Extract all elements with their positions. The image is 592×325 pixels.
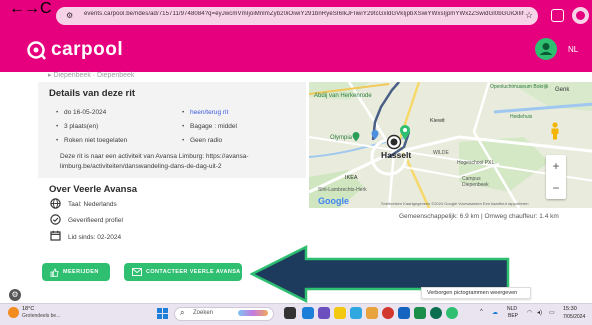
chrome-icon[interactable] bbox=[382, 307, 394, 319]
map-label-hasselt: Hasselt bbox=[381, 150, 412, 160]
wifi-icon[interactable]: ◠ bbox=[527, 309, 532, 316]
reload-icon[interactable]: C bbox=[40, 0, 52, 18]
site-info-icon[interactable]: ⚙ bbox=[66, 10, 77, 21]
extensions-icon[interactable] bbox=[551, 9, 564, 22]
task-view-icon[interactable] bbox=[284, 307, 296, 319]
driver-language: Taal: Nederlands bbox=[68, 201, 117, 208]
taskbar-search-placeholder[interactable]: Zoeken bbox=[193, 310, 213, 316]
carpool-logo-icon[interactable] bbox=[26, 40, 46, 60]
detail-luggage: • Bagage : middel bbox=[182, 123, 237, 130]
clock-date[interactable]: 7/05/2024 bbox=[563, 314, 585, 320]
detail-round-trip[interactable]: • heen/terug rit bbox=[182, 109, 228, 116]
url-text[interactable]: events.carpool.be/rides/ad/715711/974808… bbox=[84, 11, 524, 17]
map-label-sint-lambrechts: Sint-Lambrechts-Herk bbox=[318, 187, 367, 193]
back-icon[interactable]: ← bbox=[9, 0, 25, 18]
map-label-kiewit: Kiewit bbox=[430, 118, 445, 124]
user-avatar[interactable] bbox=[535, 38, 557, 60]
app-icon-2[interactable] bbox=[318, 307, 330, 319]
mail-icon bbox=[132, 268, 142, 276]
map-destination-marker[interactable] bbox=[386, 134, 402, 150]
browser-profile-dot bbox=[576, 11, 585, 20]
detail-radio: • Geen radio bbox=[182, 137, 223, 144]
detail-date: • do 16-05-2024 bbox=[56, 109, 107, 116]
route-summary-cut: ▸ Diepenbeek · Diepenbeek bbox=[48, 72, 135, 79]
map-label-abdij: Abdij van Herkenrode bbox=[314, 93, 372, 99]
driver-title: Over Veerle Avansa bbox=[49, 184, 138, 195]
map-label-openluchtmuseum: Openluchtmuseum Bokrijk bbox=[490, 84, 549, 90]
driver-verified: Geverifieerd profiel bbox=[68, 217, 123, 224]
carpool-logo-text[interactable]: carpool bbox=[51, 40, 123, 60]
map-label-olympia: Olympia bbox=[330, 135, 353, 141]
clock-time[interactable]: 15:30 bbox=[563, 306, 577, 312]
contact-driver-button[interactable]: CONTACTEER VEERLE AVANSA bbox=[124, 263, 242, 281]
contact-driver-label: CONTACTEER VEERLE AVANSA bbox=[146, 269, 241, 275]
route-distance-info: Gemeenschappelijk: 6.9 km | Omweg chauff… bbox=[399, 213, 559, 220]
zoom-out-button[interactable]: − bbox=[546, 177, 566, 199]
detail-seats: • 3 plaats(en) bbox=[56, 123, 99, 130]
file-explorer-icon[interactable] bbox=[334, 307, 346, 319]
check-circle-icon bbox=[50, 214, 61, 225]
map-label-heidehuis: Heidehuis bbox=[510, 114, 533, 120]
battery-icon[interactable]: ▭ bbox=[549, 309, 555, 316]
search-highlight-graphic bbox=[238, 310, 268, 316]
user-icon bbox=[539, 43, 553, 55]
thumbs-up-icon bbox=[50, 268, 59, 277]
onedrive-icon[interactable]: ☁ bbox=[492, 309, 498, 316]
map-label-campus: Campus Diepenbeek bbox=[462, 176, 489, 188]
app-icon-6[interactable] bbox=[430, 307, 442, 319]
map-attribution[interactable]: Sneltoetsen Kaartgegevens ©2024 Google V… bbox=[381, 201, 529, 206]
weather-description[interactable]: Grotendeels be... bbox=[22, 313, 60, 319]
keyboard-language[interactable]: NLD bbox=[507, 306, 517, 312]
app-icon-4[interactable] bbox=[366, 307, 378, 319]
street-view-pegman-icon[interactable] bbox=[549, 122, 561, 140]
bookmark-star-icon[interactable]: ☆ bbox=[525, 10, 533, 21]
detail-smoking: • Roken niet toegelaten bbox=[56, 137, 128, 144]
map-poi-marker[interactable] bbox=[352, 132, 360, 142]
map-label-wilde: WILDE bbox=[433, 150, 449, 156]
app-icon-3[interactable] bbox=[350, 307, 362, 319]
weather-temperature[interactable]: 18°C bbox=[22, 306, 34, 312]
calendar-icon bbox=[50, 230, 61, 241]
outlook-icon[interactable] bbox=[398, 307, 410, 319]
map-label-pxl: Hogeschool PXL bbox=[457, 160, 495, 166]
search-icon: ⌕ bbox=[180, 308, 185, 317]
keyboard-layout[interactable]: BEP bbox=[508, 313, 518, 319]
app-icon-5[interactable] bbox=[414, 307, 426, 319]
windows-taskbar bbox=[0, 303, 592, 325]
map-zoom-control: + − bbox=[546, 155, 566, 199]
settings-gear-icon[interactable]: ⚙ bbox=[9, 289, 21, 301]
details-title: Details van deze rit bbox=[49, 88, 136, 99]
app-icon-7[interactable] bbox=[446, 307, 458, 319]
driver-member-since: Lid sinds: 02-2024 bbox=[68, 234, 122, 241]
windows-start-icon[interactable] bbox=[157, 308, 168, 319]
forward-icon[interactable]: → bbox=[24, 0, 40, 18]
tray-chevron-icon[interactable]: ^ bbox=[480, 309, 483, 315]
volume-icon[interactable]: ◂) bbox=[537, 309, 542, 316]
app-icon-1[interactable] bbox=[302, 307, 314, 319]
language-selector[interactable]: NL bbox=[568, 45, 578, 54]
hidden-icons-tooltip: Verborgen pictogrammen weergeven bbox=[421, 287, 531, 299]
map-poi-marker-2[interactable] bbox=[371, 130, 379, 140]
zoom-in-button[interactable]: + bbox=[546, 155, 566, 177]
google-logo: Google bbox=[318, 196, 349, 206]
ride-along-button[interactable]: MEERIJDEN bbox=[42, 263, 110, 281]
weather-icon[interactable] bbox=[8, 307, 19, 318]
map-label-genk: Genk bbox=[555, 87, 570, 93]
globe-icon bbox=[50, 198, 61, 209]
ride-along-label: MEERIJDEN bbox=[63, 269, 99, 275]
ride-description: Deze rit is naar een activiteit van Avan… bbox=[60, 153, 249, 170]
map-label-ikea: IKEA bbox=[345, 175, 358, 181]
